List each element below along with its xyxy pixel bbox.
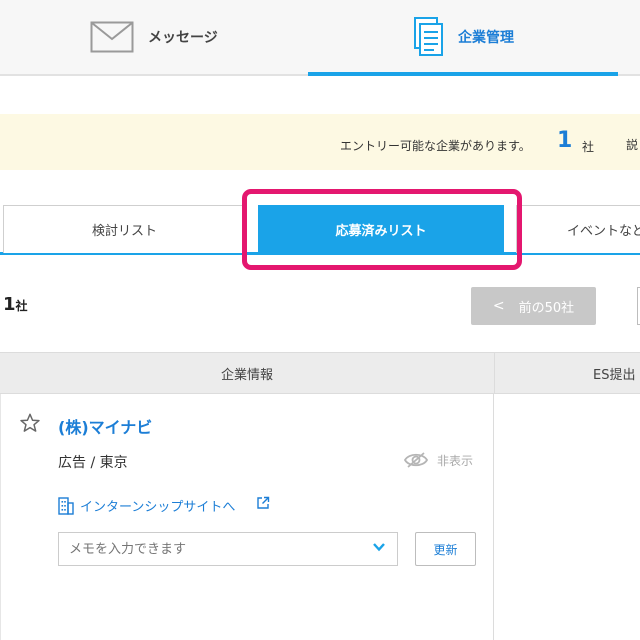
row-border [0,394,1,640]
building-icon [58,497,74,515]
entry-notice-text: エントリー可能な企業があります。 [340,139,531,153]
result-count-value: 1 [3,294,16,315]
result-count: 1社 [3,294,28,315]
star-outline-icon[interactable] [19,412,41,434]
entry-notice-unit: 社 [582,140,595,154]
column-header-es-submission: ES提出 [494,352,640,394]
prev-page-label: 前の50社 [518,300,575,316]
nav-tab-messages[interactable]: メッセージ [0,0,308,74]
company-name-link[interactable]: (株)マイナビ [58,414,152,438]
tab-consider-list[interactable]: 検討リスト [3,205,246,253]
nav-tab-company[interactable]: 企業管理 [308,0,618,74]
column-divider [493,394,494,640]
prev-page-button[interactable]: < 前の50社 [471,287,596,325]
result-count-unit: 社 [15,299,28,313]
highlight-box [242,189,522,270]
external-link-icon[interactable] [256,496,270,510]
column-header-company-info: 企業情報 [0,352,494,394]
chevron-left-icon: < [492,298,505,314]
document-icon [414,17,443,56]
update-button[interactable]: 更新 [415,532,476,566]
entry-notice-detail-link[interactable]: 説 [626,136,638,153]
hide-label[interactable]: 非表示 [437,452,473,469]
company-industry-location: 広告 / 東京 [58,455,128,471]
nav-active-indicator [308,72,618,76]
envelope-icon [90,21,134,53]
entry-notice [0,114,640,170]
nav-tab-messages-label: メッセージ [148,30,218,46]
tab-events[interactable]: イベントなど [516,205,640,253]
eye-slash-icon[interactable] [403,451,429,469]
entry-notice-count: 1 [557,128,573,153]
internship-site-link[interactable]: インターンシップサイトへ [80,496,235,515]
memo-input[interactable] [58,532,398,566]
chevron-down-icon[interactable] [371,541,387,553]
app-root: メッセージ 企業管理 エントリー可能な企業があります。 1 社 説 検討リスト … [0,0,640,640]
nav-tab-company-label: 企業管理 [458,30,514,46]
